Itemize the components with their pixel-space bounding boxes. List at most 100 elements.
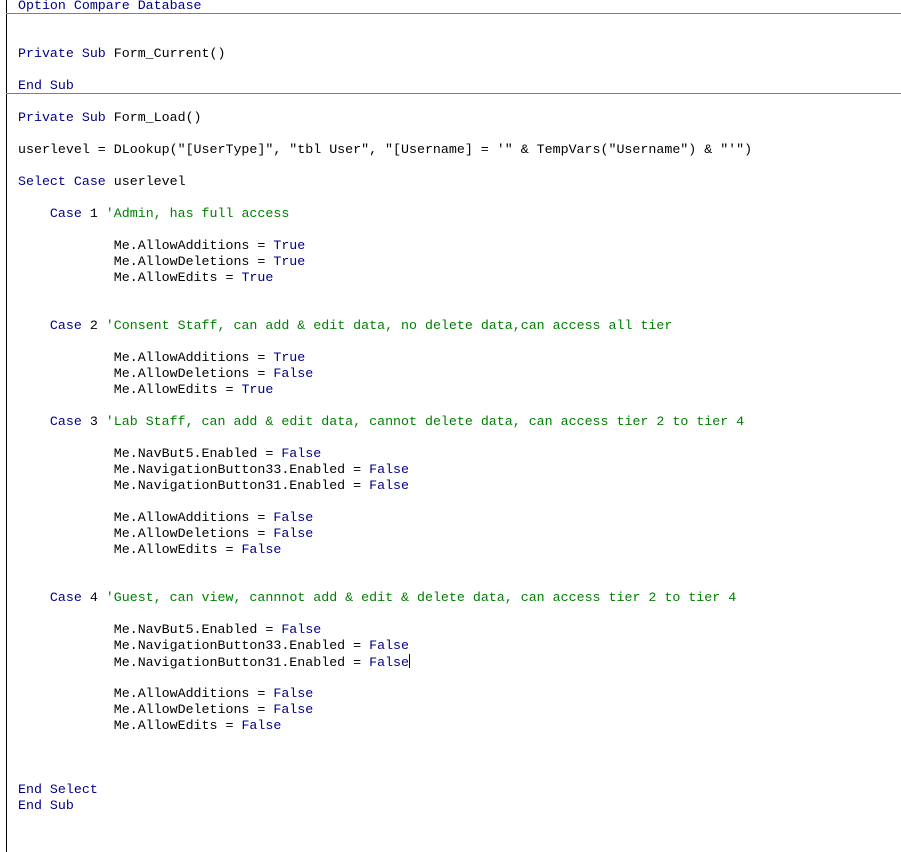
- code-token: Me.AllowDeletions =: [18, 526, 274, 541]
- keyword-token: Case: [49, 590, 82, 605]
- keyword-token: False: [369, 478, 410, 493]
- code-line[interactable]: Case 1 'Admin, has full access: [18, 206, 901, 222]
- code-token: Form_Current(): [105, 46, 226, 61]
- keyword-token: False: [273, 526, 314, 541]
- code-line[interactable]: [18, 94, 901, 110]
- code-line[interactable]: Me.AllowAdditions = False: [18, 686, 901, 702]
- code-token: 4: [81, 590, 106, 605]
- code-line[interactable]: Case 3 'Lab Staff, can add & edit data, …: [18, 414, 901, 430]
- code-line[interactable]: [18, 190, 901, 206]
- code-area[interactable]: Option Compare Database Private Sub Form_…: [6, 0, 901, 814]
- keyword-token: False: [273, 366, 314, 381]
- code-editor[interactable]: Option Compare Database Private Sub Form_…: [0, 0, 901, 852]
- keyword-token: False: [281, 446, 322, 461]
- code-line[interactable]: Me.NavigationButton33.Enabled = False: [18, 638, 901, 654]
- code-line[interactable]: Me.AllowAdditions = False: [18, 510, 901, 526]
- code-line[interactable]: [18, 670, 901, 686]
- text-cursor: [409, 654, 411, 668]
- code-line[interactable]: End Sub: [6, 78, 901, 94]
- code-line[interactable]: Me.AllowDeletions = False: [18, 526, 901, 542]
- code-line[interactable]: [18, 222, 901, 238]
- keyword-token: False: [273, 702, 314, 717]
- code-token: Me.NavigationButton33.Enabled =: [18, 462, 370, 477]
- keyword-token: False: [273, 510, 314, 525]
- code-line[interactable]: [18, 766, 901, 782]
- code-line[interactable]: Me.AllowAdditions = True: [18, 238, 901, 254]
- code-line[interactable]: [18, 158, 901, 174]
- code-line[interactable]: Option Compare Database: [6, 0, 901, 14]
- code-line[interactable]: Me.AllowEdits = False: [18, 718, 901, 734]
- code-line[interactable]: Me.AllowAdditions = True: [18, 350, 901, 366]
- keyword-token: End Select: [18, 782, 98, 797]
- code-line[interactable]: Case 2 'Consent Staff, can add & edit da…: [18, 318, 901, 334]
- code-line[interactable]: [18, 430, 901, 446]
- code-line[interactable]: userlevel = DLookup("[UserType]", "tbl U…: [18, 142, 901, 158]
- code-line[interactable]: [18, 126, 901, 142]
- keyword-token: Option Compare Database: [18, 0, 202, 13]
- code-line[interactable]: [18, 750, 901, 766]
- code-line[interactable]: Private Sub Form_Load(): [18, 110, 901, 126]
- code-line[interactable]: [18, 574, 901, 590]
- code-line[interactable]: [18, 734, 901, 750]
- code-line[interactable]: Case 4 'Guest, can view, cannnot add & e…: [18, 590, 901, 606]
- code-line[interactable]: [18, 302, 901, 318]
- code-token: Me.NavigationButton31.Enabled =: [18, 655, 370, 670]
- code-line[interactable]: Me.AllowDeletions = False: [18, 366, 901, 382]
- keyword-token: Private Sub: [18, 46, 106, 61]
- code-token: 3: [81, 414, 106, 429]
- code-token: Me.AllowDeletions =: [18, 254, 274, 269]
- keyword-token: True: [241, 270, 274, 285]
- code-token: Me.AllowAdditions =: [18, 238, 274, 253]
- code-token: Me.NavigationButton33.Enabled =: [18, 638, 370, 653]
- code-line[interactable]: Me.AllowDeletions = False: [18, 702, 901, 718]
- code-token: Me.AllowDeletions =: [18, 702, 274, 717]
- code-line[interactable]: Me.AllowEdits = False: [18, 542, 901, 558]
- code-token: Me.AllowAdditions =: [18, 686, 274, 701]
- code-line[interactable]: [18, 14, 901, 30]
- keyword-token: False: [281, 622, 322, 637]
- code-line[interactable]: Me.AllowEdits = True: [18, 270, 901, 286]
- code-token: Me.NavBut5.Enabled =: [18, 446, 282, 461]
- code-token: 1: [81, 206, 106, 221]
- code-line[interactable]: Me.AllowEdits = True: [18, 382, 901, 398]
- code-line[interactable]: Me.NavBut5.Enabled = False: [18, 622, 901, 638]
- code-token: Form_Load(): [105, 110, 202, 125]
- margin-indicator-bar[interactable]: [6, 0, 7, 852]
- code-token: Me.NavBut5.Enabled =: [18, 622, 282, 637]
- code-line[interactable]: Private Sub Form_Current(): [18, 46, 901, 62]
- code-line[interactable]: Me.NavigationButton31.Enabled = False: [18, 478, 901, 494]
- code-token: Me.AllowAdditions =: [18, 350, 274, 365]
- code-line[interactable]: [18, 398, 901, 414]
- comment-token: 'Consent Staff, can add & edit data, no …: [105, 318, 673, 333]
- code-line[interactable]: Me.NavigationButton31.Enabled = False: [18, 654, 901, 670]
- code-line[interactable]: Me.AllowDeletions = True: [18, 254, 901, 270]
- code-line[interactable]: Me.NavigationButton33.Enabled = False: [18, 462, 901, 478]
- comment-token: 'Guest, can view, cannnot add & edit & d…: [105, 590, 737, 605]
- keyword-token: True: [273, 238, 306, 253]
- code-line[interactable]: [18, 334, 901, 350]
- code-line[interactable]: [18, 30, 901, 46]
- code-token: Me.NavigationButton31.Enabled =: [18, 478, 370, 493]
- keyword-token: Case: [49, 414, 82, 429]
- code-line[interactable]: [18, 606, 901, 622]
- code-token: userlevel: [105, 174, 186, 189]
- code-line[interactable]: [18, 558, 901, 574]
- keyword-token: False: [369, 638, 410, 653]
- keyword-token: End Sub: [18, 78, 74, 93]
- code-line[interactable]: [18, 62, 901, 78]
- keyword-token: Case: [49, 206, 82, 221]
- code-line[interactable]: [18, 286, 901, 302]
- code-line[interactable]: End Sub: [18, 798, 901, 814]
- keyword-token: True: [273, 350, 306, 365]
- code-line[interactable]: Me.NavBut5.Enabled = False: [18, 446, 901, 462]
- code-line[interactable]: [18, 494, 901, 510]
- keyword-token: End Sub: [18, 798, 74, 813]
- code-line[interactable]: End Select: [18, 782, 901, 798]
- code-line[interactable]: Select Case userlevel: [18, 174, 901, 190]
- code-token: Me.AllowEdits =: [18, 270, 242, 285]
- keyword-token: False: [241, 718, 282, 733]
